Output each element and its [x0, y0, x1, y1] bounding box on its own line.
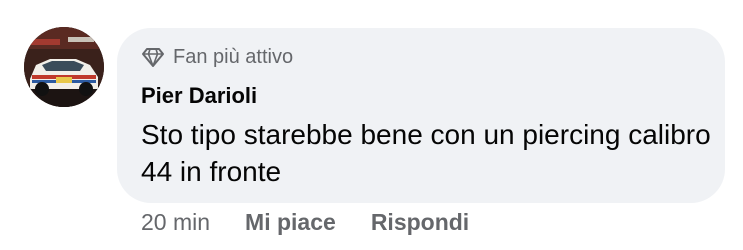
comment-thread: Fan più attivo Pier Darioli Sto tipo sta…	[0, 0, 743, 250]
top-fan-badge: Fan più attivo	[141, 45, 293, 69]
avatar[interactable]	[24, 27, 104, 107]
diamond-icon	[141, 45, 165, 69]
comment-bubble: Fan più attivo Pier Darioli Sto tipo sta…	[117, 28, 725, 203]
timestamp[interactable]: 20 min	[141, 206, 210, 238]
badge-label: Fan più attivo	[173, 46, 294, 68]
comment-text: Sto tipo starebbe bene con un piercing c…	[141, 119, 711, 187]
like-button[interactable]: Mi piace	[245, 206, 336, 238]
author-name[interactable]: Pier Darioli	[141, 82, 257, 110]
reply-button[interactable]: Rispondi	[371, 206, 469, 238]
avatar-photo	[24, 27, 104, 107]
comment-actions: 20 min Mi piace Rispondi	[141, 206, 469, 238]
